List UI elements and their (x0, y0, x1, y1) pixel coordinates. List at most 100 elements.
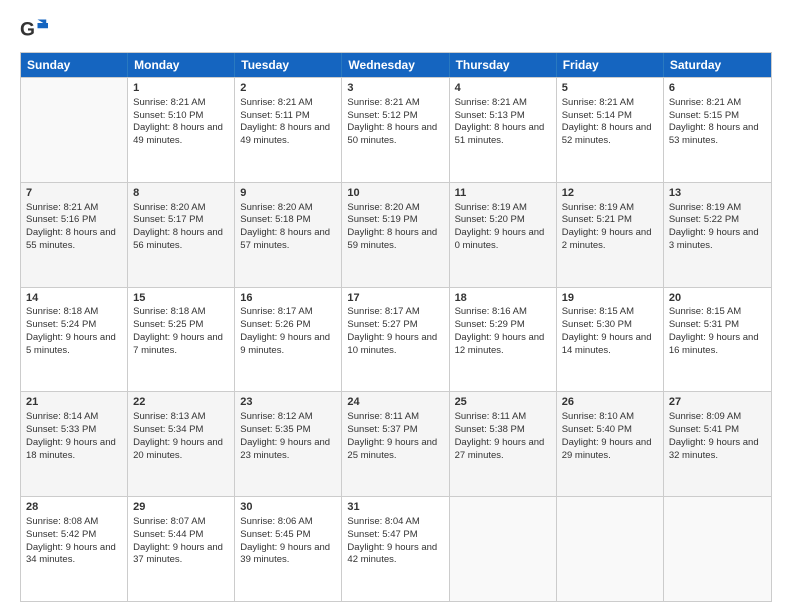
sunrise: Sunrise: 8:15 AM (669, 306, 741, 317)
day-number: 25 (455, 395, 551, 410)
day-number: 1 (133, 81, 229, 96)
day-number: 30 (240, 500, 336, 515)
calendar-cell: 8Sunrise: 8:20 AMSunset: 5:17 PMDaylight… (128, 183, 235, 287)
sunset: Sunset: 5:31 PM (669, 319, 739, 330)
calendar-cell: 14Sunrise: 8:18 AMSunset: 5:24 PMDayligh… (21, 288, 128, 392)
calendar-cell: 11Sunrise: 8:19 AMSunset: 5:20 PMDayligh… (450, 183, 557, 287)
header: G (20, 16, 772, 44)
sunset: Sunset: 5:42 PM (26, 529, 96, 540)
daylight: Daylight: 8 hours and 53 minutes. (669, 122, 759, 146)
calendar-cell: 22Sunrise: 8:13 AMSunset: 5:34 PMDayligh… (128, 392, 235, 496)
calendar-cell: 5Sunrise: 8:21 AMSunset: 5:14 PMDaylight… (557, 78, 664, 182)
sunset: Sunset: 5:22 PM (669, 214, 739, 225)
calendar-cell: 24Sunrise: 8:11 AM Sunset: 5:37 PM Dayligh… (342, 392, 449, 496)
day-number: 6 (669, 81, 766, 96)
day-number: 24 (347, 395, 443, 410)
calendar-cell: 20Sunrise: 8:15 AM Sunset: 5:31 PM Dayligh… (664, 288, 771, 392)
calendar: SundayMondayTuesdayWednesdayThursdayFrid… (20, 52, 772, 602)
sunset: Sunset: 5:30 PM (562, 319, 632, 330)
sunrise: Sunrise: 8:13 AM (133, 411, 205, 422)
sunrise: Sunrise: 8:21 AM (133, 97, 205, 108)
sunrise: Sunrise: 8:10 AM (562, 411, 634, 422)
daylight: Daylight: 8 hours and 55 minutes. (26, 227, 116, 251)
daylight: Daylight: 9 hours and 25 minutes. (347, 437, 437, 461)
sunset: Sunset: 5:25 PM (133, 319, 203, 330)
day-number: 21 (26, 395, 122, 410)
daylight: Daylight: 9 hours and 34 minutes. (26, 542, 116, 566)
day-number: 7 (26, 186, 122, 201)
calendar-cell: 1Sunrise: 8:21 AM Sunset: 5:10 PMDaylight… (128, 78, 235, 182)
logo: G (20, 16, 52, 44)
svg-text:G: G (20, 19, 35, 40)
sunset: Sunset: 5:19 PM (347, 214, 417, 225)
sunrise: Sunrise: 8:12 AM (240, 411, 312, 422)
sunrise: Sunrise: 8:11 AM (347, 411, 419, 422)
daylight: Daylight: 8 hours and 51 minutes. (455, 122, 545, 146)
daylight: Daylight: 9 hours and 37 minutes. (133, 542, 223, 566)
sunset: Sunset: 5:37 PM (347, 424, 417, 435)
sunrise: Sunrise: 8:16 AM (455, 306, 527, 317)
daylight: Daylight: 8 hours and 50 minutes. (347, 122, 437, 146)
calendar-cell: 4Sunrise: 8:21 AMSunset: 5:13 PMDaylight… (450, 78, 557, 182)
day-number: 26 (562, 395, 658, 410)
calendar-cell: 16Sunrise: 8:17 AMSunset: 5:26 PMDayligh… (235, 288, 342, 392)
day-number: 20 (669, 291, 766, 306)
sunset: Sunset: 5:11 PM (240, 110, 310, 121)
sunrise: Sunrise: 8:06 AM (240, 516, 312, 527)
sunrise: Sunrise: 8:19 AM (562, 202, 634, 213)
daylight: Daylight: 8 hours and 49 minutes. (133, 122, 223, 146)
sunset: Sunset: 5:10 PM (133, 110, 203, 121)
daylight: Daylight: 8 hours and 57 minutes. (240, 227, 330, 251)
calendar-cell (21, 78, 128, 182)
daylight: Daylight: 9 hours and 18 minutes. (26, 437, 116, 461)
calendar-cell: 12Sunrise: 8:19 AMSunset: 5:21 PMDayligh… (557, 183, 664, 287)
sunset: Sunset: 5:18 PM (240, 214, 310, 225)
sunrise: Sunrise: 8:19 AM (455, 202, 527, 213)
daylight: Daylight: 9 hours and 42 minutes. (347, 542, 437, 566)
sunrise: Sunrise: 8:21 AM (347, 97, 419, 108)
daylight: Daylight: 9 hours and 9 minutes. (240, 332, 330, 356)
calendar-cell: 18Sunrise: 8:16 AMSunset: 5:29 PMDayligh… (450, 288, 557, 392)
calendar-cell: 7Sunrise: 8:21 AMSunset: 5:16 PMDaylight… (21, 183, 128, 287)
sunset: Sunset: 5:44 PM (133, 529, 203, 540)
day-number: 14 (26, 291, 122, 306)
sunrise: Sunrise: 8:20 AM (347, 202, 419, 213)
day-number: 8 (133, 186, 229, 201)
page: G SundayMondayTuesdayWednesdayThursdayFr… (0, 0, 792, 612)
daylight: Daylight: 9 hours and 3 minutes. (669, 227, 759, 251)
calendar-cell: 17Sunrise: 8:17 AMSunset: 5:27 PMDayligh… (342, 288, 449, 392)
sunset: Sunset: 5:17 PM (133, 214, 203, 225)
calendar-cell: 23Sunrise: 8:12 AMSunset: 5:35 PMDayligh… (235, 392, 342, 496)
sunrise: Sunrise: 8:20 AM (240, 202, 312, 213)
sunset: Sunset: 5:15 PM (669, 110, 739, 121)
sunrise: Sunrise: 8:07 AM (133, 516, 205, 527)
day-number: 9 (240, 186, 336, 201)
sunset: Sunset: 5:14 PM (562, 110, 632, 121)
sunset: Sunset: 5:47 PM (347, 529, 417, 540)
sunrise: Sunrise: 8:21 AM (240, 97, 312, 108)
sunset: Sunset: 5:16 PM (26, 214, 96, 225)
daylight: Daylight: 9 hours and 5 minutes. (26, 332, 116, 356)
daylight: Daylight: 9 hours and 0 minutes. (455, 227, 545, 251)
sunset: Sunset: 5:41 PM (669, 424, 739, 435)
daylight: Daylight: 9 hours and 23 minutes. (240, 437, 330, 461)
calendar-header: SundayMondayTuesdayWednesdayThursdayFrid… (21, 53, 771, 77)
sunrise: Sunrise: 8:19 AM (669, 202, 741, 213)
daylight: Daylight: 9 hours and 16 minutes. (669, 332, 759, 356)
daylight: Daylight: 9 hours and 39 minutes. (240, 542, 330, 566)
daylight: Daylight: 9 hours and 10 minutes. (347, 332, 437, 356)
day-number: 19 (562, 291, 658, 306)
calendar-cell: 21Sunrise: 8:14 AMSunset: 5:33 PMDayligh… (21, 392, 128, 496)
daylight: Daylight: 8 hours and 59 minutes. (347, 227, 437, 251)
calendar-cell: 29Sunrise: 8:07 AMSunset: 5:44 PMDayligh… (128, 497, 235, 601)
sunrise: Sunrise: 8:11 AM (455, 411, 527, 422)
calendar-row: 7Sunrise: 8:21 AMSunset: 5:16 PMDaylight… (21, 182, 771, 287)
day-number: 5 (562, 81, 658, 96)
calendar-cell: 31Sunrise: 8:04 AMSunset: 5:47 PMDayligh… (342, 497, 449, 601)
daylight: Daylight: 8 hours and 56 minutes. (133, 227, 223, 251)
day-number: 23 (240, 395, 336, 410)
day-number: 2 (240, 81, 336, 96)
logo-icon: G (20, 16, 48, 44)
sunrise: Sunrise: 8:18 AM (26, 306, 98, 317)
sunrise: Sunrise: 8:14 AM (26, 411, 98, 422)
